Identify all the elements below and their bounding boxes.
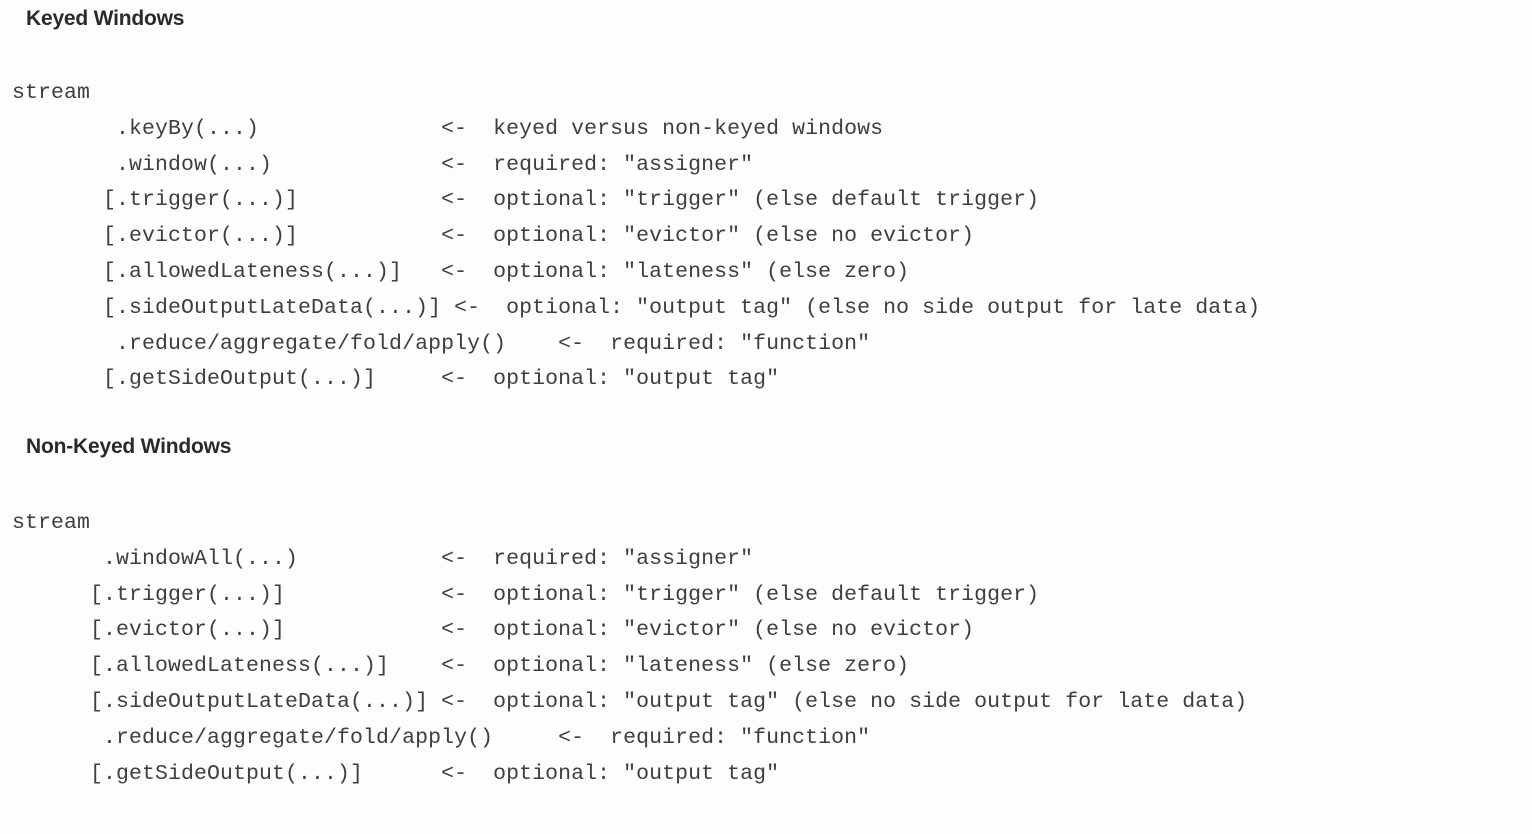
- code-call: [.sideOutputLateData(...)]: [12, 689, 442, 714]
- arrow-icon: <-: [441, 152, 481, 177]
- code-line: [.sideOutputLateData(...)] <- optional: …: [12, 685, 1532, 721]
- code-call: .keyBy(...): [12, 116, 442, 141]
- code-line: [.trigger(...)] <- optional: "trigger" (…: [12, 183, 1532, 219]
- arrow-icon: <-: [441, 116, 481, 141]
- code-call: [.evictor(...)]: [12, 618, 442, 643]
- arrow-icon: <-: [441, 689, 481, 714]
- code-line: [.getSideOutput(...)] <- optional: "outp…: [12, 757, 1532, 793]
- code-line: .windowAll(...) <- required: "assigner": [12, 542, 1532, 578]
- code-root-stream: stream: [12, 81, 91, 105]
- code-line: [.evictor(...)] <- optional: "evictor" (…: [12, 613, 1532, 649]
- page-root: Keyed Windows stream .keyBy(...) <- keye…: [0, 0, 1532, 834]
- section-title-non-keyed: Non-Keyed Windows: [26, 435, 232, 458]
- arrow-icon: <-: [441, 259, 481, 284]
- code-line: .reduce/aggregate/fold/apply() <- requir…: [12, 721, 1532, 757]
- code-line: [.trigger(...)] <- optional: "trigger" (…: [12, 578, 1532, 614]
- arrow-icon: <-: [441, 761, 481, 786]
- arrow-icon: <-: [441, 367, 481, 392]
- code-call: .window(...): [12, 152, 442, 177]
- arrow-icon: <-: [441, 582, 481, 607]
- code-comment: optional: "trigger" (else default trigge…: [480, 188, 1040, 213]
- arrow-icon: <-: [441, 188, 481, 213]
- code-line: [.getSideOutput(...)] <- optional: "outp…: [12, 362, 1532, 398]
- code-comment: required: "assigner": [480, 152, 754, 177]
- code-comment: required: "assigner": [480, 546, 754, 571]
- arrow-icon: <-: [441, 618, 481, 643]
- code-line: .reduce/aggregate/fold/apply() <- requir…: [12, 327, 1532, 363]
- code-line: .keyBy(...) <- keyed versus non-keyed wi…: [12, 112, 1532, 148]
- arrow-icon: <-: [558, 331, 598, 356]
- code-call: [.allowedLateness(...)]: [12, 654, 442, 679]
- code-comment: required: "function": [597, 331, 871, 356]
- arrow-icon: <-: [441, 546, 481, 571]
- code-call: [.getSideOutput(...)]: [12, 367, 442, 392]
- code-comment: optional: "evictor" (else no evictor): [480, 618, 975, 643]
- code-comment: optional: "evictor" (else no evictor): [480, 224, 975, 249]
- code-comment: optional: "output tag" (else no side out…: [493, 295, 1261, 320]
- code-line: [.allowedLateness(...)] <- optional: "la…: [12, 255, 1532, 291]
- code-line: .window(...) <- required: "assigner": [12, 148, 1532, 184]
- code-call: .reduce/aggregate/fold/apply(): [12, 725, 559, 750]
- code-call: [.evictor(...)]: [12, 224, 442, 249]
- code-line: [.allowedLateness(...)] <- optional: "la…: [12, 649, 1532, 685]
- code-comment: optional: "output tag": [480, 761, 780, 786]
- code-call: [.trigger(...)]: [12, 582, 442, 607]
- code-comment: optional: "trigger" (else default trigge…: [480, 582, 1040, 607]
- code-line-root: stream: [12, 76, 1532, 112]
- code-call: [.allowedLateness(...)]: [12, 259, 442, 284]
- code-comment: optional: "output tag" (else no side out…: [480, 689, 1248, 714]
- arrow-icon: <-: [454, 295, 494, 320]
- code-call: .reduce/aggregate/fold/apply(): [12, 331, 559, 356]
- code-call: .windowAll(...): [12, 546, 442, 571]
- code-comment: keyed versus non-keyed windows: [480, 116, 884, 141]
- section-non-keyed-windows: Non-Keyed Windows stream .windowAll(...)…: [0, 434, 1532, 792]
- code-comment: required: "function": [597, 725, 871, 750]
- code-call: [.getSideOutput(...)]: [12, 761, 442, 786]
- code-comment: optional: "lateness" (else zero): [480, 259, 910, 284]
- code-call: [.sideOutputLateData(...)]: [12, 295, 455, 320]
- code-call: [.trigger(...)]: [12, 188, 442, 213]
- code-line-root: stream: [12, 506, 1532, 542]
- section-keyed-windows: Keyed Windows stream .keyBy(...) <- keye…: [0, 6, 1532, 398]
- arrow-icon: <-: [441, 654, 481, 679]
- code-line: [.evictor(...)] <- optional: "evictor" (…: [12, 219, 1532, 255]
- code-comment: optional: "output tag": [480, 367, 780, 392]
- page-title: Keyed Windows: [26, 7, 185, 30]
- code-block-keyed-windows: stream .keyBy(...) <- keyed versus non-k…: [0, 76, 1532, 398]
- code-block-non-keyed-windows: stream .windowAll(...) <- required: "ass…: [0, 506, 1532, 792]
- arrow-icon: <-: [558, 725, 598, 750]
- code-comment: optional: "lateness" (else zero): [480, 654, 910, 679]
- code-line: [.sideOutputLateData(...)] <- optional: …: [12, 291, 1532, 327]
- code-root-stream: stream: [12, 511, 91, 535]
- arrow-icon: <-: [441, 224, 481, 249]
